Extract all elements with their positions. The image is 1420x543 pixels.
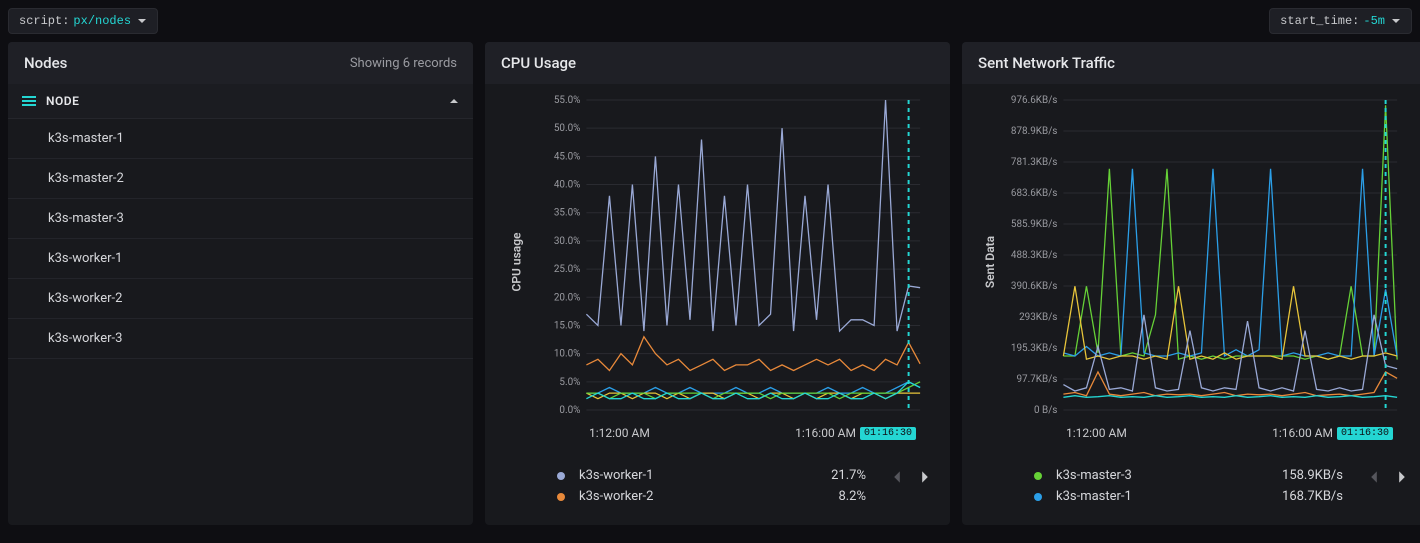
nodes-group-header[interactable]: NODE [8, 84, 473, 119]
network-legend: k3s-master-3 158.9KB/s k3s-master-1 168.7KB… [962, 440, 1420, 514]
cpu-chart-svg: 0.0% 5.0% 10.0% 15.0% 20.0% 25.0% 30.0% 35.0% 40… [499, 94, 936, 424]
svg-text:390.6KB/s: 390.6KB/s [1011, 281, 1058, 292]
svg-text:30.0%: 30.0% [554, 236, 581, 247]
cpu-legend: k3s-worker-1 21.7% k3s-worker-2 8.2% [485, 440, 950, 514]
legend-color-dot [1034, 493, 1042, 501]
svg-text:45.0%: 45.0% [554, 151, 581, 162]
svg-text:0 B/s: 0 B/s [1034, 405, 1057, 416]
node-row[interactable]: k3s-worker-2 [8, 279, 473, 319]
svg-text:781.3KB/s: 781.3KB/s [1011, 157, 1058, 168]
network-panel-header: Sent Network Traffic [962, 42, 1420, 84]
svg-text:585.9KB/s: 585.9KB/s [1011, 219, 1058, 230]
cpu-panel-header: CPU Usage [485, 42, 950, 84]
cpu-x-axis: 1:12:00 AM 1:16:00 AM 01:16:30 [499, 424, 936, 440]
legend-series-name: k3s-worker-1 [579, 468, 776, 483]
nodes-group-label: NODE [46, 94, 79, 108]
network-chart[interactable]: Sent Data 0 B/s 97.7KB/s 195.3KB/s 293KB/s 3… [962, 84, 1420, 440]
node-row[interactable]: k3s-master-3 [8, 199, 473, 239]
svg-text:25.0%: 25.0% [554, 264, 581, 275]
nodes-panel-header: Nodes Showing 6 records [8, 42, 473, 84]
legend-series-value: 158.9KB/s [1263, 468, 1343, 483]
cpu-panel: CPU Usage CPU usage 0.0% 5.0% 10.0% 15.0% 20… [485, 42, 950, 525]
chevron-down-icon [137, 16, 147, 26]
network-legend-nav [1367, 470, 1409, 484]
start-time-value: -5m [1363, 14, 1385, 28]
legend-next-icon[interactable] [918, 470, 932, 484]
svg-text:15.0%: 15.0% [554, 320, 581, 331]
legend-series-value: 8.2% [786, 489, 866, 504]
cpu-y-axis-label: CPU usage [510, 232, 524, 291]
chevron-up-icon [449, 96, 459, 106]
legend-color-dot [557, 493, 565, 501]
node-row[interactable]: k3s-worker-1 [8, 239, 473, 279]
nodes-list: k3s-master-1k3s-master-2k3s-master-3k3s-… [8, 119, 473, 359]
network-panel-title: Sent Network Traffic [978, 54, 1115, 72]
legend-row[interactable]: k3s-master-3 158.9KB/s [986, 468, 1403, 483]
network-xtick-1: 1:16:00 AM [1272, 426, 1333, 440]
svg-text:976.6KB/s: 976.6KB/s [1011, 95, 1058, 106]
svg-text:50.0%: 50.0% [554, 123, 581, 134]
svg-text:20.0%: 20.0% [554, 292, 581, 303]
nodes-panel-title: Nodes [24, 54, 67, 72]
cpu-legend-nav [890, 470, 932, 484]
topbar: script: px/nodes start_time: -5m [0, 0, 1420, 42]
cpu-chart[interactable]: CPU usage 0.0% 5.0% 10.0% 15.0% 20.0% 25.0% 30… [485, 84, 950, 440]
svg-text:195.3KB/s: 195.3KB/s [1011, 343, 1058, 354]
legend-row[interactable]: k3s-worker-1 21.7% [509, 468, 926, 483]
svg-text:97.7KB/s: 97.7KB/s [1016, 374, 1057, 385]
network-y-axis-label: Sent Data [983, 236, 997, 288]
cpu-xtick-0: 1:12:00 AM [589, 426, 650, 440]
svg-text:683.6KB/s: 683.6KB/s [1011, 188, 1058, 199]
cpu-panel-title: CPU Usage [501, 54, 576, 72]
cpu-xtick-1: 1:16:00 AM [795, 426, 856, 440]
legend-row[interactable]: k3s-master-1 168.7KB/s [986, 489, 1403, 504]
network-chart-svg: 0 B/s 97.7KB/s 195.3KB/s 293KB/s 390.6KB/s 48… [976, 94, 1413, 424]
svg-text:35.0%: 35.0% [554, 208, 581, 219]
node-row[interactable]: k3s-worker-3 [8, 319, 473, 359]
drag-handle-icon[interactable] [22, 96, 36, 106]
chevron-down-icon [1391, 16, 1401, 26]
legend-row[interactable]: k3s-worker-2 8.2% [509, 489, 926, 504]
legend-series-value: 21.7% [786, 468, 866, 483]
nodes-panel: Nodes Showing 6 records NODE k3s-master-… [8, 42, 473, 525]
legend-prev-icon[interactable] [890, 470, 904, 484]
network-xtick-0: 1:12:00 AM [1066, 426, 1127, 440]
svg-text:878.9KB/s: 878.9KB/s [1011, 126, 1058, 137]
svg-text:40.0%: 40.0% [554, 180, 581, 191]
start-time-label: start_time: [1280, 14, 1359, 28]
cpu-cursor-badge: 01:16:30 [860, 427, 916, 440]
network-panel: Sent Network Traffic Sent Data 0 B/s 97.7… [962, 42, 1420, 525]
svg-text:0.0%: 0.0% [559, 405, 580, 416]
script-label: script: [19, 14, 69, 28]
legend-series-name: k3s-master-1 [1056, 489, 1253, 504]
legend-series-value: 168.7KB/s [1263, 489, 1343, 504]
legend-color-dot [1034, 472, 1042, 480]
svg-text:5.0%: 5.0% [559, 377, 580, 388]
legend-prev-icon[interactable] [1367, 470, 1381, 484]
legend-color-dot [557, 472, 565, 480]
network-x-axis: 1:12:00 AM 1:16:00 AM 01:16:30 [976, 424, 1413, 440]
svg-text:10.0%: 10.0% [554, 349, 581, 360]
legend-series-name: k3s-master-3 [1056, 468, 1253, 483]
legend-series-name: k3s-worker-2 [579, 489, 776, 504]
panels-region: Nodes Showing 6 records NODE k3s-master-… [0, 42, 1420, 533]
svg-text:293KB/s: 293KB/s [1019, 312, 1057, 323]
nodes-panel-subtitle: Showing 6 records [350, 56, 457, 71]
svg-text:55.0%: 55.0% [554, 95, 581, 106]
start-time-selector[interactable]: start_time: -5m [1269, 8, 1412, 34]
svg-text:488.3KB/s: 488.3KB/s [1011, 250, 1058, 261]
script-value: px/nodes [73, 14, 131, 28]
legend-next-icon[interactable] [1395, 470, 1409, 484]
node-row[interactable]: k3s-master-2 [8, 159, 473, 199]
node-row[interactable]: k3s-master-1 [8, 119, 473, 159]
script-selector[interactable]: script: px/nodes [8, 8, 158, 34]
network-cursor-badge: 01:16:30 [1337, 427, 1393, 440]
